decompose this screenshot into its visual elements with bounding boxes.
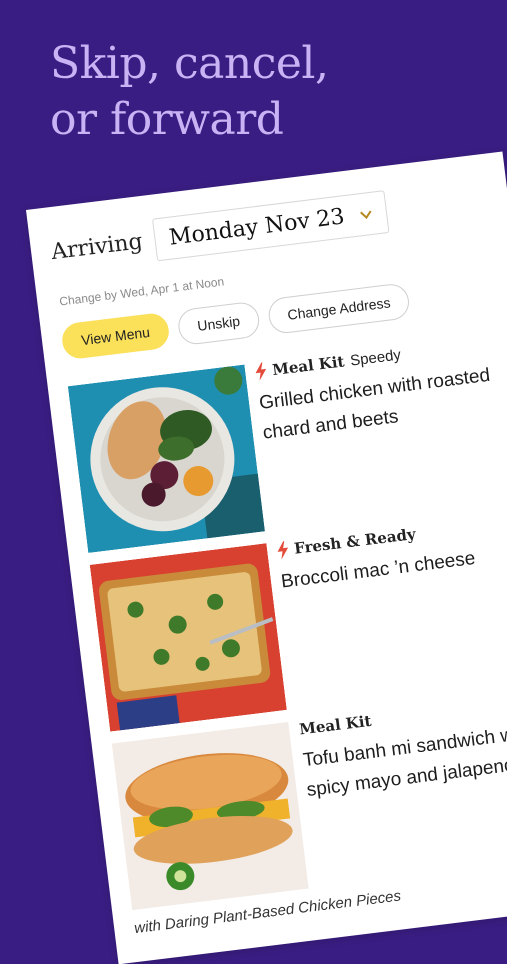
delivery-card: Arriving Monday Nov 23 Change by Wed, Ap… xyxy=(26,151,507,964)
view-menu-button[interactable]: View Menu xyxy=(60,311,171,361)
headline-line-2: or forward xyxy=(50,94,284,145)
meal-speed-label: Speedy xyxy=(349,345,402,370)
delivery-date-value: Monday Nov 23 xyxy=(167,204,346,251)
change-address-button[interactable]: Change Address xyxy=(266,282,412,336)
meal-photo-grilled-chicken xyxy=(67,364,265,553)
meal-photo-broccoli-mac xyxy=(89,543,287,732)
hero-headline: Skip, cancel, or forward xyxy=(50,36,329,148)
headline-line-1: Skip, cancel, xyxy=(50,38,329,89)
meal-photo-banh-mi xyxy=(111,721,309,911)
arriving-label: Arriving xyxy=(49,229,144,266)
lightning-bolt-icon xyxy=(277,540,289,560)
lightning-bolt-icon xyxy=(255,362,267,381)
meal-brand: Meal Kit xyxy=(298,711,373,739)
unskip-button[interactable]: Unskip xyxy=(176,300,261,347)
meal-brand: Meal Kit xyxy=(271,352,346,380)
chevron-down-icon xyxy=(360,209,372,219)
delivery-date-select[interactable]: Monday Nov 23 xyxy=(151,190,390,262)
change-deadline-text: Change by Wed, Apr 1 at Noon xyxy=(58,274,225,309)
arriving-row: Arriving Monday Nov 23 xyxy=(49,190,390,274)
meal-info: Meal Kit Tofu banh mi sandwich with spic… xyxy=(298,690,507,806)
meal-info: Meal Kit Speedy Grilled chicken with roa… xyxy=(254,333,507,449)
